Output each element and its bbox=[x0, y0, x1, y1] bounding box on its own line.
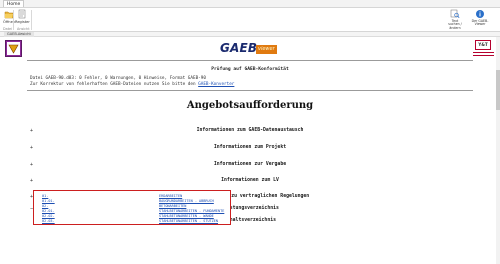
section-project[interactable]: + Informationen zum Projekt bbox=[0, 144, 500, 152]
ribbon: Öffnen Register Datei Ansicht Text suche… bbox=[0, 7, 500, 32]
divider bbox=[27, 60, 473, 61]
section-lv[interactable]: + Informationen zum LV bbox=[0, 177, 500, 185]
gaeb-viewer-logo: GAEB viewer bbox=[220, 41, 280, 56]
conformity-check-result: Datei GAEB-90.d83: 0 Fehler, 0 Warnungen… bbox=[30, 76, 206, 81]
tab-home[interactable]: Home bbox=[3, 0, 25, 7]
document-title: Angebotsaufforderung bbox=[186, 100, 314, 111]
section-label[interactable]: Informationen zum Projekt bbox=[0, 144, 500, 152]
conformity-check-hint: Zur Korrektur von fehlerhaften GAEB-Date… bbox=[30, 82, 234, 87]
scrollbar-thumb[interactable] bbox=[496, 70, 500, 110]
register-label: Register bbox=[15, 20, 30, 24]
section-label[interactable]: Informationen zum LV bbox=[0, 177, 500, 185]
register-icon bbox=[19, 9, 26, 19]
toc-row[interactable]: 02.03. STAHLBETONARBEITEN - STÜTZEN bbox=[34, 219, 232, 224]
section-award[interactable]: + Informationen zur Vergabe bbox=[0, 161, 500, 169]
gaeb-logo-text: GAEB bbox=[220, 41, 258, 55]
section-label[interactable]: Informationen zum GAEB-Datenaustausch bbox=[0, 127, 500, 135]
table-of-contents: 01. ERDARBEITEN 01.01. BAUGRUNDARBEITEN … bbox=[33, 190, 231, 225]
section-label[interactable]: Informationen zur Vergabe bbox=[0, 161, 500, 169]
section-gaeb-exchange[interactable]: + Informationen zum GAEB-Datenaustausch bbox=[0, 127, 500, 135]
vat-logo-text: Y&T bbox=[475, 40, 491, 50]
register-button[interactable]: Register bbox=[15, 9, 30, 24]
toc-name-link[interactable]: STAHLBETONARBEITEN - STÜTZEN bbox=[159, 219, 218, 224]
info-icon bbox=[476, 10, 484, 18]
hint-prefix: Zur Korrektur von fehlerhaften GAEB-Date… bbox=[30, 82, 199, 87]
conformity-check-title: Prüfung auf GAEB-Konformität bbox=[211, 67, 289, 72]
ribbon-tab-bar: Home bbox=[0, 0, 500, 7]
viewer-logo-text: viewer bbox=[256, 45, 277, 54]
gaeb-converter-link[interactable]: GAEB-Konverter bbox=[198, 82, 234, 87]
search-replace-button[interactable]: Text suchen / ändern bbox=[446, 9, 464, 30]
divider bbox=[27, 90, 473, 91]
group-view-label: Ansicht bbox=[17, 27, 30, 31]
ribbon-separator bbox=[13, 10, 14, 30]
app-logo-icon bbox=[7, 42, 20, 55]
viewer-info-button[interactable]: Der GAEB-Viewer bbox=[468, 9, 492, 27]
toc-number-link[interactable]: 02.03. bbox=[42, 219, 55, 224]
ribbon-separator bbox=[31, 10, 32, 30]
group-file-label: Datei bbox=[3, 27, 13, 31]
document-view: GAEB viewer Y&T Prüfung auf GAEB-Konform… bbox=[0, 37, 500, 264]
search-replace-label: Text suchen / ändern bbox=[448, 19, 462, 30]
app-logo bbox=[5, 40, 22, 57]
viewer-info-label: Der GAEB-Viewer bbox=[471, 19, 489, 27]
search-icon bbox=[450, 9, 460, 18]
vat-logo: Y&T bbox=[473, 39, 494, 58]
vat-logo-lines bbox=[473, 52, 494, 57]
